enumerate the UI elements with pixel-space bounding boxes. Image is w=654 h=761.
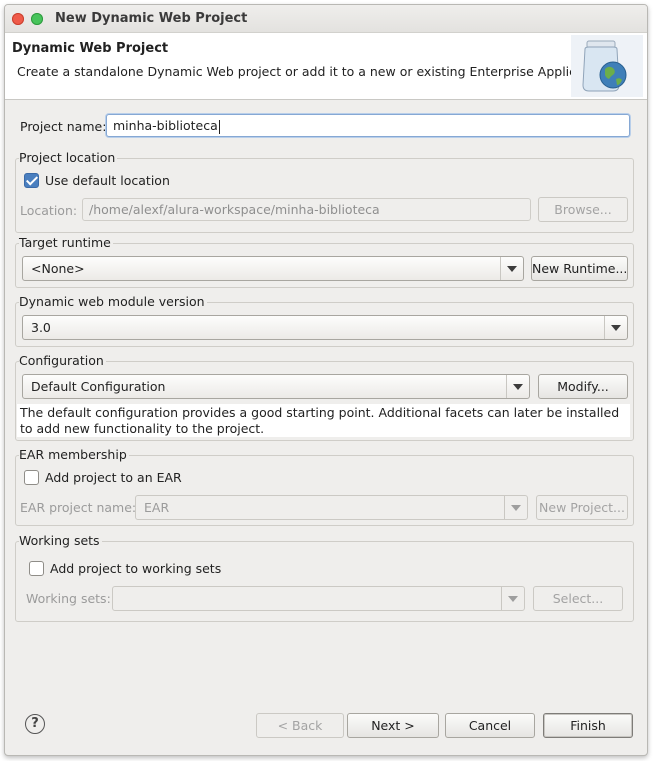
module-version-title: Dynamic web module version (19, 294, 207, 309)
chevron-down-icon[interactable] (501, 587, 524, 610)
finish-button[interactable]: Finish (543, 713, 633, 738)
configuration-select[interactable]: Default Configuration (22, 374, 530, 399)
wizard-header: Dynamic Web Project Create a standalone … (5, 33, 647, 100)
new-dynamic-web-project-dialog: New Dynamic Web Project Dynamic Web Proj… (4, 4, 648, 756)
location-label: Location: (20, 203, 78, 218)
jar-globe-icon (571, 35, 643, 97)
select-working-sets-button[interactable]: Select... (533, 586, 623, 611)
add-to-working-sets-checkbox[interactable] (29, 561, 44, 576)
cancel-button[interactable]: Cancel (445, 713, 535, 738)
chevron-down-icon[interactable] (506, 375, 529, 398)
maximize-window-icon[interactable] (31, 13, 43, 25)
module-version-value: 3.0 (31, 320, 51, 335)
new-ear-project-button[interactable]: New Project... (536, 495, 628, 520)
ear-project-name-value: EAR (144, 500, 170, 515)
target-runtime-select[interactable]: <None> (22, 256, 524, 281)
configuration-title: Configuration (19, 353, 106, 368)
ear-project-name-select[interactable]: EAR (135, 495, 528, 520)
text-caret (218, 119, 220, 134)
project-location-title: Project location (19, 150, 118, 165)
help-icon[interactable]: ? (25, 714, 45, 734)
configuration-value: Default Configuration (31, 379, 166, 394)
location-input[interactable]: /home/alexf/alura-workspace/minha-biblio… (82, 198, 531, 221)
target-runtime-title: Target runtime (19, 235, 113, 250)
project-name-value: minha-biblioteca (113, 118, 218, 133)
modify-button[interactable]: Modify... (538, 374, 628, 399)
new-runtime-button[interactable]: New Runtime... (531, 256, 628, 281)
ear-project-name-label: EAR project name: (20, 500, 137, 515)
wizard-description: Create a standalone Dynamic Web project … (17, 64, 612, 79)
close-window-icon[interactable] (12, 13, 24, 25)
add-to-ear-label[interactable]: Add project to an EAR (45, 470, 182, 485)
add-to-working-sets-label[interactable]: Add project to working sets (50, 561, 221, 576)
project-name-label: Project name: (20, 119, 107, 134)
title-bar[interactable]: New Dynamic Web Project (5, 5, 647, 33)
configuration-description: The default configuration provides a goo… (17, 404, 630, 437)
chevron-down-icon[interactable] (604, 316, 627, 339)
back-button[interactable]: < Back (256, 713, 344, 738)
project-name-input[interactable]: minha-biblioteca (106, 114, 630, 137)
wizard-title: Dynamic Web Project (12, 41, 169, 56)
use-default-location-checkbox[interactable] (24, 173, 39, 188)
working-sets-label: Working sets: (26, 591, 111, 606)
chevron-down-icon[interactable] (504, 496, 527, 519)
use-default-location-label[interactable]: Use default location (45, 173, 170, 188)
next-button[interactable]: Next > (347, 713, 439, 738)
chevron-down-icon[interactable] (500, 257, 523, 280)
working-sets-select[interactable] (112, 586, 525, 611)
browse-button[interactable]: Browse... (538, 197, 628, 222)
ear-membership-title: EAR membership (19, 447, 129, 462)
add-to-ear-checkbox[interactable] (24, 470, 39, 485)
module-version-select[interactable]: 3.0 (22, 315, 628, 340)
target-runtime-value: <None> (31, 261, 85, 276)
window-title: New Dynamic Web Project (55, 11, 248, 26)
working-sets-title: Working sets (19, 533, 102, 548)
